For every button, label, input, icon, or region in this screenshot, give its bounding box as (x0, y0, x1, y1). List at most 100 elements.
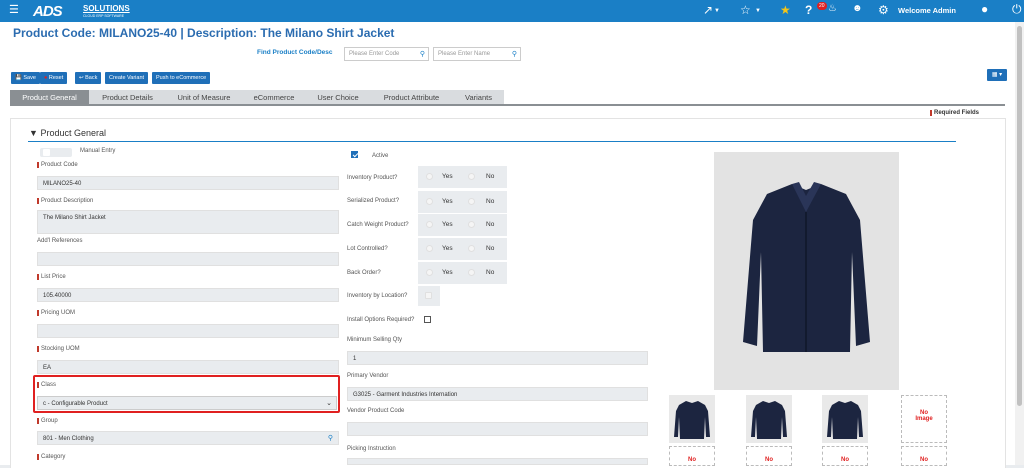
no-image-text: No (688, 457, 696, 463)
no-image-placeholder[interactable]: No (746, 446, 792, 466)
no-image-text: No (920, 457, 928, 463)
no-image-placeholder[interactable]: No (901, 446, 947, 466)
yes-label: Yes (442, 221, 453, 228)
thumbnail-image-3[interactable] (822, 395, 868, 443)
no-radio[interactable] (468, 221, 475, 228)
save-button[interactable]: 💾 Save (11, 72, 40, 84)
logo-tagline: CLOUD ERP SOFTWARE (83, 14, 125, 18)
search-icon[interactable]: ⚲ (512, 50, 517, 58)
vendor-product-code-label: Vendor Product Code (347, 408, 405, 414)
vertical-scrollbar[interactable] (1015, 22, 1024, 465)
top-nav-bar: ☰ ADS SOLUTIONS CLOUD ERP SOFTWARE ↗ ▼ ☆… (0, 0, 1024, 22)
no-radio[interactable] (468, 269, 475, 276)
refs-field[interactable] (37, 252, 339, 266)
tab-product-general[interactable]: Product General (10, 90, 89, 104)
back-button[interactable]: ↩ Back (75, 72, 102, 84)
hamburger-icon[interactable]: ☰ (9, 3, 19, 16)
find-name-placeholder: Please Enter Name (438, 51, 491, 57)
reset-button[interactable]: ● Reset (40, 72, 68, 84)
no-radio[interactable] (468, 173, 475, 180)
tab-product-details[interactable]: Product Details (89, 90, 166, 104)
reset-label: Reset (48, 75, 64, 81)
no-radio[interactable] (468, 198, 475, 205)
active-label: Active (372, 153, 389, 159)
inventory-by-location-toggle[interactable] (418, 286, 440, 306)
primary-vendor-field[interactable]: G3025 - Garment Industries Internation (347, 387, 648, 401)
users-icon[interactable]: ☻ (852, 3, 863, 14)
thumbnail-image-1[interactable] (669, 395, 715, 443)
tab-user-choice[interactable]: User Choice (306, 90, 370, 104)
thumbnail-image-2[interactable] (746, 395, 792, 443)
find-code-input[interactable]: Please Enter Code ⚲ (344, 47, 429, 61)
tab-unit-of-measure[interactable]: Unit of Measure (166, 90, 242, 104)
yes-radio[interactable] (426, 269, 433, 276)
favorite-star-icon[interactable]: ★ (780, 3, 791, 17)
chevron-down-icon[interactable]: ▼ (755, 8, 761, 14)
tab-product-attribute[interactable]: Product Attribute (370, 90, 453, 104)
pricing-uom-label: Pricing UOM (37, 310, 75, 316)
product-main-image[interactable] (714, 152, 899, 390)
welcome-text[interactable]: Welcome Admin (898, 6, 956, 15)
class-label: Class (37, 382, 56, 388)
yes-radio[interactable] (426, 245, 433, 252)
no-image-placeholder[interactable]: No Image (901, 395, 947, 443)
yes-radio[interactable] (426, 221, 433, 228)
primary-vendor-label: Primary Vendor (347, 373, 389, 379)
help-icon[interactable]: ? (805, 3, 812, 17)
product-description-label: Product Description (37, 198, 93, 204)
lot-controlled-label: Lot Controlled? (347, 246, 388, 252)
star-outline-icon[interactable]: ☆ (740, 3, 751, 17)
group-value: 801 - Men Clothing (43, 436, 94, 442)
bell-icon[interactable]: ♨ (828, 3, 837, 14)
picking-instruction-field[interactable] (347, 458, 648, 465)
lot-controlled-radio[interactable]: Yes No (418, 238, 507, 260)
catch-weight-radio[interactable]: Yes No (418, 214, 507, 236)
no-image-placeholder[interactable]: No (822, 446, 868, 466)
search-icon[interactable]: ⚲ (420, 50, 425, 58)
options-menu-button[interactable]: ▦ ▾ (987, 69, 1007, 81)
scrollbar-thumb[interactable] (1017, 26, 1022, 406)
stocking-uom-field[interactable]: EA (37, 360, 339, 374)
find-name-input[interactable]: Please Enter Name ⚲ (433, 47, 521, 61)
tab-ecommerce[interactable]: eCommerce (242, 90, 306, 104)
power-icon[interactable]: ⏻ (1012, 2, 1022, 17)
class-select[interactable]: c - Configurable Product ⌄ (37, 396, 337, 410)
chevron-down-icon[interactable]: ▼ (714, 8, 720, 14)
list-price-label: List Price (37, 274, 66, 280)
notification-badge: 20 (817, 2, 827, 10)
refs-label: Add'l References (37, 238, 83, 244)
install-options-checkbox[interactable] (424, 316, 431, 323)
section-header[interactable]: ▼ Product General (29, 128, 106, 138)
no-radio[interactable] (468, 245, 475, 252)
product-code-field[interactable]: MILANO25-40 (37, 176, 339, 190)
product-description-field[interactable]: The Milano Shirt Jacket (37, 210, 339, 234)
toggle-knob (43, 149, 50, 156)
active-checkbox[interactable] (351, 151, 358, 158)
serialized-product-radio[interactable]: Yes No (418, 191, 507, 213)
no-image-text: No (841, 457, 849, 463)
create-variant-button[interactable]: Create Variant (105, 72, 149, 84)
logo-solutions: SOLUTIONS (83, 4, 130, 13)
inventory-product-radio[interactable]: Yes No (418, 166, 507, 188)
inventory-by-location-checkbox[interactable] (425, 292, 432, 299)
user-avatar-icon[interactable]: ● (981, 2, 988, 16)
group-label: Group (37, 418, 58, 424)
inventory-by-location-label: Inventory by Location? (347, 293, 408, 299)
min-selling-qty-field[interactable]: 1 (347, 351, 648, 365)
vendor-product-code-field[interactable] (347, 422, 648, 436)
gear-icon[interactable]: ⚙ (878, 3, 889, 17)
manual-entry-toggle[interactable] (40, 148, 72, 157)
yes-label: Yes (442, 269, 453, 276)
push-ecommerce-button[interactable]: Push to eCommerce (152, 72, 211, 84)
group-field[interactable]: 801 - Men Clothing ⚲ (37, 431, 339, 445)
yes-radio[interactable] (426, 198, 433, 205)
list-price-field[interactable]: 105.40000 (37, 288, 339, 302)
back-order-radio[interactable]: Yes No (418, 262, 507, 284)
pricing-uom-field[interactable] (37, 324, 339, 338)
tab-variants[interactable]: Variants (453, 90, 504, 104)
no-image-placeholder[interactable]: No (669, 446, 715, 466)
yes-radio[interactable] (426, 173, 433, 180)
search-icon[interactable]: ⚲ (328, 434, 333, 442)
back-label: Back (85, 75, 98, 81)
share-icon[interactable]: ↗ (703, 3, 713, 17)
